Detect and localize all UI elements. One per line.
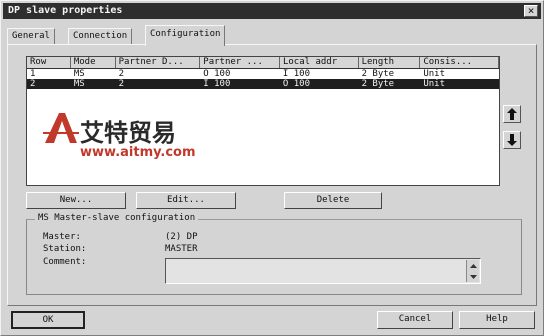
tab-general[interactable]: General: [7, 28, 55, 45]
comment-field[interactable]: [165, 258, 481, 284]
watermark-logo: 艾特贸易 www.aitmy.com: [43, 111, 273, 163]
station-value: MASTER: [165, 244, 198, 254]
station-label: Station:: [43, 244, 87, 254]
scroll-down-icon[interactable]: [467, 271, 479, 282]
edit-button[interactable]: Edit...: [136, 192, 236, 209]
new-button[interactable]: New...: [26, 192, 126, 209]
ok-button[interactable]: OK: [11, 311, 85, 329]
table-cell: MS: [73, 79, 85, 89]
column-header-row[interactable]: Row: [27, 57, 71, 68]
table-cell: I 100: [203, 79, 231, 89]
column-header-partner-addr[interactable]: Partner ...: [200, 57, 280, 68]
table-cell: Unit: [423, 79, 446, 89]
table-cell: O 100: [282, 79, 311, 89]
scroll-up-icon[interactable]: [467, 260, 479, 271]
table-cell: MS: [73, 69, 85, 79]
column-header-partner-dp[interactable]: Partner D...: [116, 57, 201, 68]
help-button[interactable]: Help: [459, 311, 535, 329]
master-value: (2) DP: [165, 232, 198, 242]
ms-config-group-title: MS Master-slave configuration: [35, 213, 199, 223]
table-cell: 2 Byte: [361, 69, 395, 79]
close-icon: ×: [527, 4, 535, 17]
column-header-local-addr[interactable]: Local addr: [280, 57, 359, 68]
table-cell: 2: [118, 79, 125, 89]
tab-connection[interactable]: Connection: [68, 28, 133, 45]
table-cell: O 100: [203, 69, 231, 79]
table-header: Row Mode Partner D... Partner ... Local …: [27, 57, 499, 69]
table-cell: I 100: [282, 69, 311, 79]
cancel-button[interactable]: Cancel: [377, 311, 453, 329]
table-row[interactable]: 1 MS 2 O 100 I 100 2 Byte Unit: [27, 69, 499, 79]
dp-slave-properties-dialog: DP slave properties × General Connection…: [0, 0, 544, 336]
column-header-length[interactable]: Length: [359, 57, 421, 68]
table-cell: 1: [30, 69, 36, 79]
title-bar[interactable]: DP slave properties ×: [3, 3, 541, 19]
tab-strip: General Connection Configuration: [7, 25, 537, 46]
window-title: DP slave properties: [8, 5, 123, 16]
watermark-url: www.aitmy.com: [80, 145, 196, 160]
table-cell: 2: [30, 79, 36, 89]
comment-label: Comment:: [43, 257, 87, 267]
watermark-brand-text: 艾特贸易: [80, 119, 176, 147]
table-row-selected[interactable]: 2 MS 2 I 100 O 100 2 Byte Unit: [27, 79, 499, 89]
arrow-down-icon: [507, 134, 517, 146]
close-button[interactable]: ×: [524, 5, 538, 17]
tab-configuration[interactable]: Configuration: [145, 25, 226, 46]
watermark-a-icon: [43, 113, 79, 143]
move-down-button[interactable]: [503, 131, 521, 149]
column-header-consistency[interactable]: Consis...: [420, 57, 499, 68]
move-up-button[interactable]: [503, 105, 521, 123]
table-cell: 2 Byte: [361, 79, 395, 89]
arrow-up-icon: [507, 108, 517, 120]
table-cell: Unit: [423, 69, 446, 79]
master-label: Master:: [43, 232, 81, 242]
delete-button[interactable]: Delete: [284, 192, 382, 209]
comment-scrollbar[interactable]: [466, 260, 479, 282]
column-header-mode[interactable]: Mode: [71, 57, 116, 68]
table-cell: 2: [118, 69, 125, 79]
